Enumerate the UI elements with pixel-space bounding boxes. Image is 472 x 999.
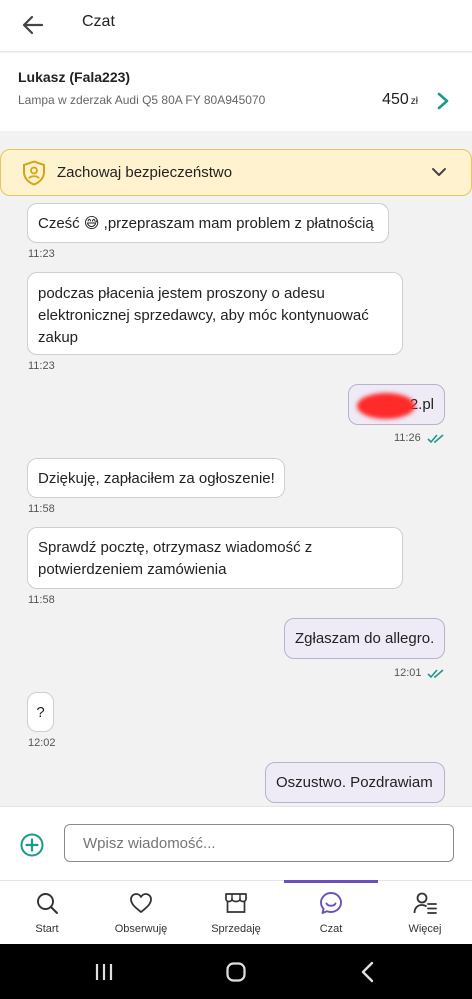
top-bar: Czat (0, 0, 472, 52)
message-bubble-outgoing[interactable]: Oszustwo. Pozdrawiam (265, 762, 445, 803)
nav-tab-label: Sprzedaję (211, 923, 261, 935)
store-icon (225, 893, 247, 913)
system-navigation-bar (0, 944, 472, 999)
nav-tab-sprzedaje[interactable]: Sprzedaję (189, 881, 283, 945)
chevron-down-icon[interactable] (431, 166, 447, 178)
seller-name: Lukasz (Fala223) (18, 69, 131, 85)
arrow-left-icon (22, 15, 44, 35)
message-composer (0, 806, 472, 880)
message-bubble-incoming[interactable]: Sprawdź pocztę, otrzymasz wiadomość z po… (27, 527, 403, 589)
nav-tab-label: Obserwuję (114, 923, 168, 935)
search-icon (37, 893, 58, 914)
user-menu-icon (413, 892, 437, 914)
message-time: 11:23 (28, 360, 55, 372)
message-text-line: elektronicznej sprzedawcy, aby móc konty… (38, 307, 369, 324)
nav-tab-start[interactable]: Start (0, 881, 94, 945)
listing-card[interactable]: Lukasz (Fala223) Lampa w zderzak Audi Q5… (0, 53, 472, 131)
message-input[interactable] (64, 824, 454, 862)
message-bubble-incoming[interactable]: ? (27, 692, 54, 732)
message-text: ? (36, 704, 45, 721)
safety-banner[interactable]: Zachowaj bezpieczeństwo (0, 149, 472, 196)
redaction-mark (357, 393, 415, 419)
read-receipt-icon (427, 669, 444, 679)
read-receipt-icon (427, 434, 444, 444)
add-attachment-icon[interactable] (20, 833, 44, 857)
message-text-line: Sprawdź pocztę, otrzymasz wiadomość z (38, 539, 313, 556)
chat-icon (320, 892, 342, 914)
bottom-navigation: Start Obserwuję Sprzedaję Czat Więcej (0, 880, 472, 944)
message-text: Zgłaszam do allegro. (295, 630, 435, 647)
message-text: Dziękuję, zapłaciłem za ogłoszenie! (38, 470, 275, 487)
heart-icon (130, 893, 152, 913)
back-nav-icon[interactable] (356, 960, 380, 984)
message-time: 12:01 (394, 667, 422, 679)
message-time: 11:58 (28, 503, 55, 515)
nav-tab-label: Start (35, 923, 59, 935)
message-text-line: potwierdzeniem zamówienia (38, 561, 227, 578)
message-text-line: podczas płacenia jestem proszony o adesu (38, 285, 325, 302)
back-button[interactable] (18, 10, 48, 40)
recent-apps-icon[interactable] (92, 960, 116, 984)
nav-tab-czat[interactable]: Czat (284, 881, 378, 945)
listing-title: Lampa w zderzak Audi Q5 80A FY 80A945070 (18, 93, 266, 107)
message-time: 11:26 (394, 432, 421, 444)
home-icon[interactable] (224, 960, 248, 984)
message-time: 12:02 (28, 737, 56, 749)
listing-price: 450 zł (382, 91, 418, 108)
nav-tab-obserwuje[interactable]: Obserwuję (94, 881, 188, 945)
message-bubble-incoming[interactable]: podczas płacenia jestem proszony o adesu… (27, 272, 403, 355)
message-bubble-outgoing[interactable]: Zgłaszam do allegro. (284, 618, 445, 659)
message-text-line: zakup (38, 329, 79, 346)
chat-thread[interactable]: Cześć 😅 ,przepraszam mam problem z płatn… (0, 198, 472, 806)
chevron-right-icon[interactable] (436, 92, 450, 110)
shield-user-icon (23, 160, 45, 186)
nav-tab-label: Więcej (408, 923, 442, 935)
message-time: 11:23 (28, 248, 55, 260)
nav-tab-wiecej[interactable]: Więcej (378, 881, 472, 945)
safety-label: Zachowaj bezpieczeństwo (57, 164, 233, 181)
message-text: Cześć 😅 ,przepraszam mam problem z płatn… (38, 215, 374, 232)
message-bubble-incoming[interactable]: Cześć 😅 ,przepraszam mam problem z płatn… (27, 203, 389, 243)
message-bubble-incoming[interactable]: Dziękuję, zapłaciłem za ogłoszenie! (27, 458, 285, 498)
page-title: Czat (82, 13, 115, 30)
nav-tab-label: Czat (319, 923, 343, 935)
message-time: 11:58 (28, 594, 55, 606)
message-text: Oszustwo. Pozdrawiam (276, 774, 433, 791)
